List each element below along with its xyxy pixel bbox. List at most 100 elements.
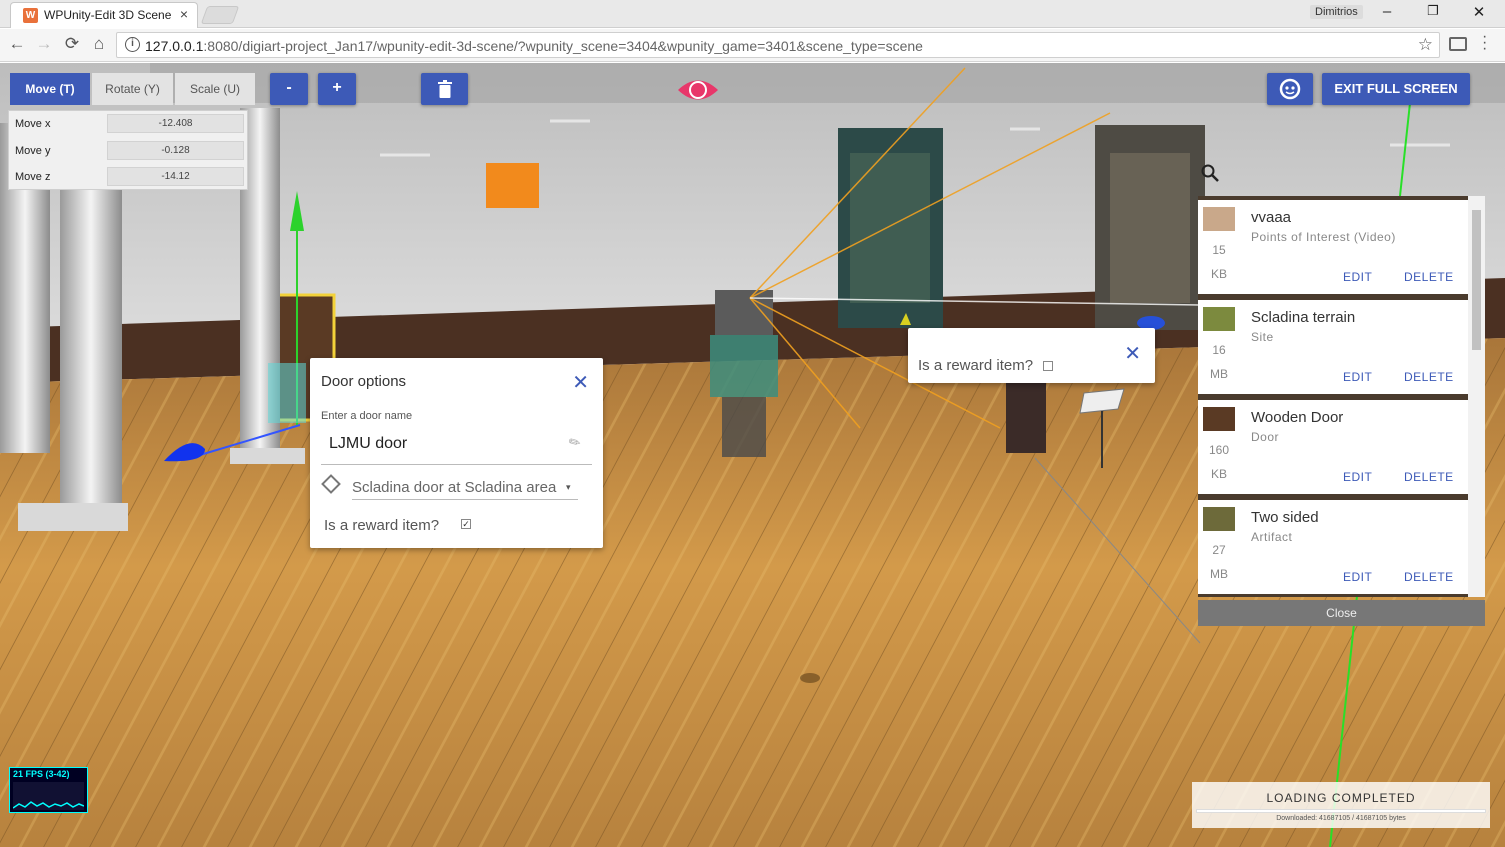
url-host: 127.0.0.1 bbox=[145, 38, 204, 54]
home-icon[interactable]: ⌂ bbox=[88, 34, 110, 54]
asset-thumbnail bbox=[1203, 407, 1235, 431]
eye-icon[interactable] bbox=[676, 75, 720, 105]
move-y-label: Move y bbox=[15, 145, 51, 157]
asset-card[interactable]: 16 MB Scladina terrain Site EDIT DELETE bbox=[1198, 300, 1468, 394]
avatar-view-button[interactable] bbox=[1267, 73, 1313, 105]
asset-edit-button[interactable]: EDIT bbox=[1343, 570, 1372, 584]
painting-right-figure bbox=[1110, 153, 1190, 303]
door-name-input[interactable]: LJMU door bbox=[329, 435, 407, 453]
asset-thumbnail bbox=[1203, 207, 1235, 231]
asset-size: 160 KB bbox=[1208, 443, 1230, 481]
avatar-head[interactable] bbox=[715, 290, 773, 335]
address-bar[interactable]: i 127.0.0.1:8080/digiart-project_Jan17/w… bbox=[116, 32, 1440, 58]
door-name-label: Enter a door name bbox=[321, 410, 413, 422]
zoom-out-button[interactable]: - bbox=[270, 73, 308, 105]
move-values-panel: Move x -12.408 Move y -0.128 Move z -14.… bbox=[8, 110, 248, 190]
browser-tab[interactable]: W WPUnity-Edit 3D Scene × bbox=[10, 2, 198, 28]
asset-card[interactable]: 15 KB vvaaa Points of Interest (Video) ED… bbox=[1198, 200, 1468, 294]
reward-item-checkbox[interactable] bbox=[1043, 361, 1053, 371]
fps-stats-panel[interactable]: 21 FPS (3-42) bbox=[9, 767, 88, 813]
door-dialog-title: Door options bbox=[321, 373, 407, 390]
scale-mode-button[interactable]: Scale (U) bbox=[175, 73, 255, 105]
zoom-in-button[interactable]: + bbox=[318, 73, 356, 105]
move-x-input[interactable]: -12.408 bbox=[107, 114, 244, 133]
asset-edit-button[interactable]: EDIT bbox=[1343, 270, 1372, 284]
asset-delete-button[interactable]: DELETE bbox=[1404, 470, 1454, 484]
door-options-dialog: Door options ✕ Enter a door name LJMU do… bbox=[310, 358, 603, 548]
asset-list-panel: 15 KB vvaaa Points of Interest (Video) ED… bbox=[1198, 196, 1485, 597]
fps-graph bbox=[12, 782, 85, 810]
asset-edit-button[interactable]: EDIT bbox=[1343, 370, 1372, 384]
bookmark-star-icon[interactable]: ☆ bbox=[1418, 35, 1433, 55]
pillar-base-3 bbox=[230, 448, 305, 464]
move-z-row: Move z -14.12 bbox=[9, 164, 249, 190]
asset-close-button[interactable]: Close bbox=[1198, 600, 1485, 626]
site-favicon-icon: W bbox=[23, 8, 38, 23]
asset-size: 15 KB bbox=[1210, 243, 1227, 281]
door-link-icon bbox=[321, 474, 341, 494]
delete-object-button[interactable] bbox=[421, 73, 468, 105]
lectern-top[interactable] bbox=[1079, 388, 1125, 414]
asset-size: 27 MB bbox=[1210, 543, 1228, 581]
site-info-icon[interactable]: i bbox=[125, 37, 140, 52]
asset-edit-button[interactable]: EDIT bbox=[1343, 470, 1372, 484]
browser-menu-icon[interactable]: · · · bbox=[1482, 29, 1487, 57]
close-window-icon[interactable]: ✕ bbox=[1464, 3, 1494, 21]
browser-toolbar: ← → ⟳ ⌂ i 127.0.0.1:8080/digiart-project… bbox=[0, 29, 1505, 62]
edit-pen-icon: ✎ bbox=[565, 432, 584, 452]
asset-delete-button[interactable]: DELETE bbox=[1404, 270, 1454, 284]
asset-name: Two sided bbox=[1251, 509, 1319, 526]
door-reward-checkbox[interactable]: ✓ bbox=[461, 519, 471, 529]
pillar-base-2 bbox=[18, 503, 128, 531]
door-target-select[interactable]: Scladina door at Scladina area bbox=[352, 479, 578, 500]
search-icon[interactable] bbox=[1200, 163, 1220, 183]
reward-item-label: Is a reward item? bbox=[918, 357, 1034, 374]
forward-icon[interactable]: → bbox=[33, 34, 55, 54]
browser-tab-bar: W WPUnity-Edit 3D Scene × Dimitrios – ❐ … bbox=[0, 0, 1505, 28]
move-y-input[interactable]: -0.128 bbox=[107, 141, 244, 160]
move-y-row: Move y -0.128 bbox=[9, 138, 249, 164]
loading-status: LOADING COMPLETED Downloaded: 41687105 /… bbox=[1192, 782, 1490, 828]
asset-thumbnail bbox=[1203, 507, 1235, 531]
tab-title: WPUnity-Edit 3D Scene bbox=[44, 8, 172, 22]
avatar-view-icon bbox=[1279, 78, 1301, 100]
loading-bytes: Downloaded: 41687105 / 41687105 bytes bbox=[1276, 815, 1406, 822]
move-mode-button[interactable]: Move (T) bbox=[10, 73, 90, 105]
rotate-mode-button[interactable]: Rotate (Y) bbox=[92, 73, 173, 105]
avatar-body[interactable] bbox=[710, 335, 778, 397]
pedestal[interactable] bbox=[1006, 383, 1046, 453]
door-dialog-close-icon[interactable]: ✕ bbox=[572, 373, 589, 393]
asset-name: Wooden Door bbox=[1251, 409, 1344, 426]
chevron-down-icon[interactable]: ▾ bbox=[566, 482, 571, 493]
profile-name[interactable]: Dimitrios bbox=[1310, 5, 1363, 19]
door-reward-label: Is a reward item? bbox=[324, 517, 440, 534]
asset-delete-button[interactable]: DELETE bbox=[1404, 370, 1454, 384]
asset-scrollbar[interactable] bbox=[1468, 196, 1485, 597]
move-x-row: Move x -12.408 bbox=[9, 111, 249, 137]
move-z-label: Move z bbox=[15, 171, 51, 183]
reward-dialog-close-icon[interactable]: ✕ bbox=[1124, 344, 1141, 364]
url-text[interactable]: 127.0.0.1:8080/digiart-project_Jan17/wpu… bbox=[145, 38, 923, 54]
restore-window-icon[interactable]: ❐ bbox=[1418, 3, 1448, 19]
scene-viewport[interactable]: Move (T) Rotate (Y) Scale (U) - + EXIT F… bbox=[0, 63, 1505, 847]
asset-type: Points of Interest (Video) bbox=[1251, 230, 1396, 244]
exit-fullscreen-button[interactable]: EXIT FULL SCREEN bbox=[1322, 73, 1470, 105]
door-name-underline bbox=[321, 464, 592, 465]
tab-close-icon[interactable]: × bbox=[180, 6, 188, 22]
floor-knot bbox=[800, 673, 820, 683]
gizmo-plane-handle[interactable] bbox=[268, 363, 306, 423]
minimize-window-icon[interactable]: – bbox=[1372, 3, 1402, 20]
cast-icon[interactable] bbox=[1449, 37, 1467, 51]
asset-scrollbar-thumb[interactable] bbox=[1472, 210, 1481, 350]
loading-text: LOADING COMPLETED bbox=[1266, 791, 1416, 805]
asset-type: Site bbox=[1251, 330, 1274, 344]
back-icon[interactable]: ← bbox=[6, 34, 28, 54]
asset-card[interactable]: 27 MB Two sided Artifact EDIT DELETE bbox=[1198, 500, 1468, 594]
move-z-input[interactable]: -14.12 bbox=[107, 167, 244, 186]
new-tab-button[interactable] bbox=[200, 6, 240, 24]
asset-delete-button[interactable]: DELETE bbox=[1404, 570, 1454, 584]
poi-video-marker[interactable] bbox=[486, 163, 539, 208]
asset-card[interactable]: 160 KB Wooden Door Door EDIT DELETE bbox=[1198, 400, 1468, 494]
painting-left-figure bbox=[850, 153, 930, 303]
reload-icon[interactable]: ⟳ bbox=[61, 34, 83, 54]
